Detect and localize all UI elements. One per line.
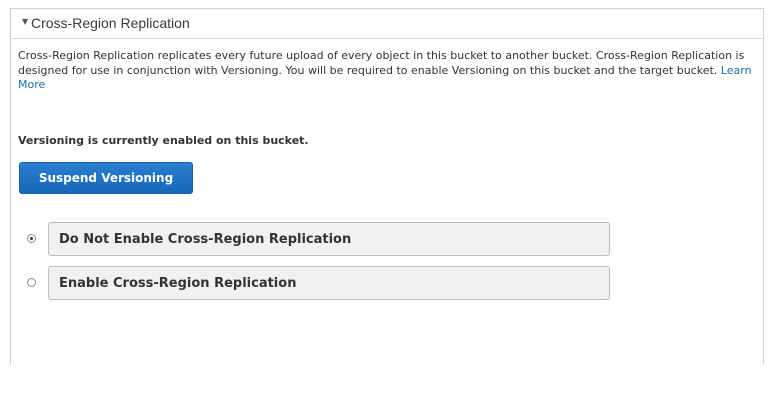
enable-radio[interactable] [27, 278, 36, 287]
do-not-enable-label: Do Not Enable Cross-Region Replication [59, 232, 352, 247]
versioning-status: Versioning is currently enabled on this … [18, 134, 309, 147]
do-not-enable-radio[interactable] [27, 234, 36, 243]
panel-title: Cross-Region Replication [31, 15, 190, 31]
top-cropped-region [0, 0, 775, 8]
panel-header[interactable]: ▼ Cross-Region Replication [11, 9, 763, 39]
collapse-triangle-icon[interactable]: ▼ [22, 17, 28, 26]
enable-option[interactable]: Enable Cross-Region Replication [48, 266, 610, 300]
do-not-enable-option[interactable]: Do Not Enable Cross-Region Replication [48, 222, 610, 256]
replication-description: Cross-Region Replication replicates ever… [18, 49, 763, 93]
cross-region-replication-panel: ▼ Cross-Region Replication Cross-Region … [10, 8, 764, 364]
enable-label: Enable Cross-Region Replication [59, 276, 297, 291]
bottom-cropped-region [0, 380, 775, 397]
description-text: Cross-Region Replication replicates ever… [18, 49, 745, 77]
suspend-versioning-button[interactable]: Suspend Versioning [19, 162, 193, 194]
